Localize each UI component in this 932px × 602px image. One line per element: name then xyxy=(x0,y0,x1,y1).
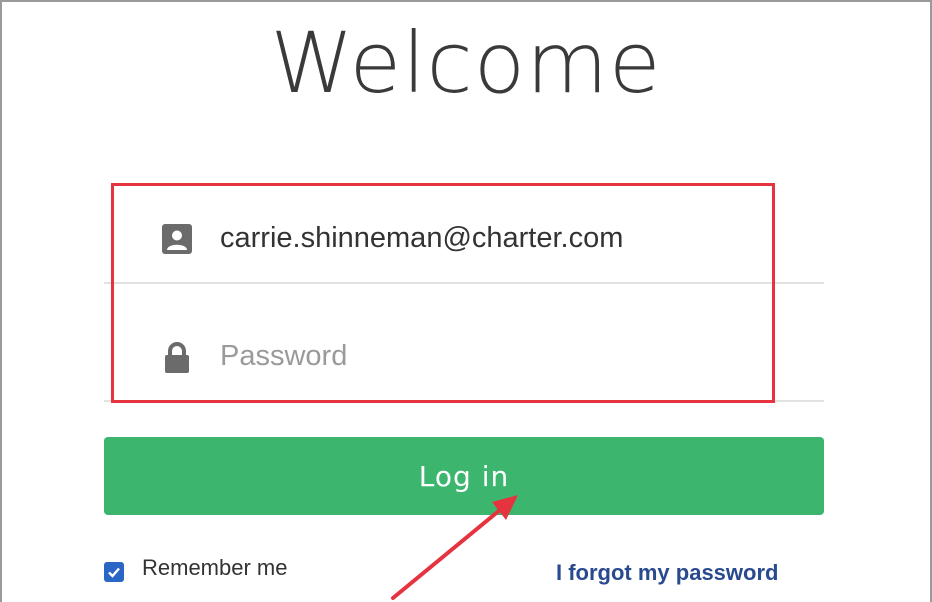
remember-me-label: Remember me xyxy=(142,555,288,580)
checkmark-icon xyxy=(108,567,120,578)
password-field[interactable] xyxy=(220,336,780,376)
email-divider xyxy=(104,282,824,284)
forgot-password-link[interactable]: I forgot my password xyxy=(556,560,778,586)
login-button[interactable]: Log in xyxy=(104,437,824,515)
email-row xyxy=(104,188,824,284)
email-field[interactable] xyxy=(220,218,780,258)
contact-card-icon xyxy=(162,224,192,254)
remember-me[interactable]: Remember me xyxy=(104,554,287,582)
password-row xyxy=(104,306,824,402)
password-divider xyxy=(104,400,824,402)
page-title: Welcome xyxy=(270,14,662,112)
remember-me-checkbox[interactable] xyxy=(104,562,124,582)
lock-icon xyxy=(162,342,192,373)
